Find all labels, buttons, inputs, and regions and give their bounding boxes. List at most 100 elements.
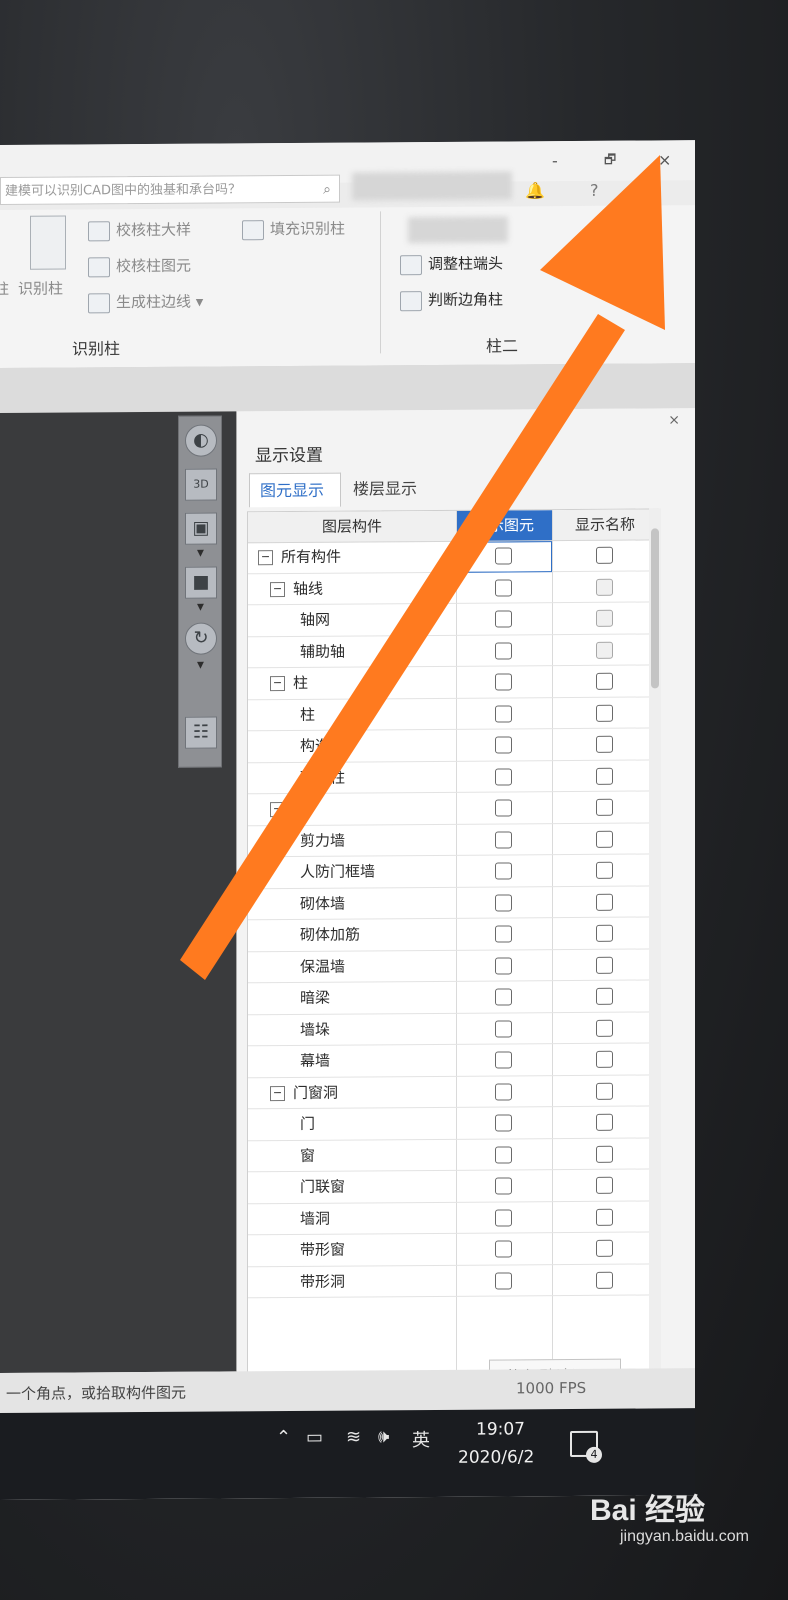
show-name-checkbox[interactable] [596, 1113, 613, 1131]
generate-column-edge-button[interactable]: 生成柱边线 ▾ [88, 291, 203, 313]
table-row[interactable]: 柱 [248, 696, 658, 732]
show-name-checkbox[interactable] [596, 1145, 613, 1163]
show-element-checkbox[interactable] [495, 1240, 512, 1258]
tab-element-display[interactable]: 图元显示 [249, 472, 341, 508]
clock-time[interactable]: 19:07 [476, 1419, 525, 1439]
chevron-down-icon[interactable]: ▼ [197, 661, 204, 671]
show-element-checkbox[interactable] [495, 830, 512, 849]
collapse-icon[interactable]: − [270, 676, 285, 692]
cube-view-icon[interactable]: ▣ [185, 512, 217, 545]
show-element-checkbox[interactable] [495, 925, 512, 943]
show-name-checkbox[interactable] [596, 924, 613, 942]
clock-date[interactable]: 2020/6/2 [458, 1447, 534, 1468]
table-row[interactable]: 墙垛 [248, 1011, 658, 1047]
header-layer[interactable]: 图层构件 [248, 510, 456, 544]
show-name-checkbox[interactable] [596, 956, 613, 974]
show-element-checkbox[interactable] [495, 736, 512, 754]
show-element-checkbox[interactable] [495, 1145, 512, 1164]
check-column-size-button[interactable]: 校核柱大样 [88, 219, 191, 241]
panel-close-button[interactable]: × [668, 412, 680, 428]
close-button[interactable]: × [658, 150, 671, 169]
table-row[interactable]: 构造柱 [248, 728, 658, 763]
table-row[interactable]: 辅助轴 [248, 633, 658, 669]
table-row[interactable]: 保温墙 [248, 948, 658, 984]
show-name-checkbox[interactable] [596, 798, 613, 816]
adjust-column-end-button[interactable]: 调整柱端头 [400, 252, 503, 275]
chevron-down-icon[interactable]: ▼ [197, 549, 204, 559]
show-name-checkbox[interactable] [596, 861, 613, 879]
show-name-checkbox[interactable] [596, 641, 613, 659]
wifi-icon[interactable]: ≋ [346, 1426, 361, 1447]
table-row[interactable]: 暗梁 [248, 980, 658, 1015]
header-show-name[interactable]: 显示名称 [552, 509, 658, 542]
header-show-element[interactable]: 显示图元 [456, 510, 552, 542]
table-row[interactable]: − 轴线 [248, 570, 658, 606]
ime-indicator[interactable]: 英 [412, 1426, 430, 1452]
show-element-checkbox[interactable] [495, 1114, 512, 1132]
show-element-checkbox[interactable] [495, 673, 512, 691]
show-name-checkbox[interactable] [596, 830, 613, 848]
collapse-icon[interactable]: − [270, 581, 285, 597]
bell-icon[interactable]: 🔔 [525, 181, 545, 200]
table-row[interactable]: 带形洞 [248, 1263, 658, 1299]
search-icon[interactable]: ⌕ [323, 176, 331, 204]
table-row[interactable]: − 墙 [248, 791, 658, 826]
show-name-checkbox[interactable] [596, 735, 613, 753]
table-row[interactable]: − 门窗洞 [248, 1074, 658, 1110]
show-element-checkbox[interactable] [495, 641, 512, 660]
help-icon[interactable]: ? [590, 181, 599, 200]
3d-view-icon[interactable]: 3D [185, 468, 217, 501]
show-element-checkbox[interactable] [495, 799, 512, 817]
show-name-checkbox[interactable] [596, 1208, 613, 1226]
show-name-checkbox[interactable] [596, 1176, 613, 1194]
show-name-checkbox[interactable] [596, 987, 613, 1005]
show-name-checkbox[interactable] [596, 609, 613, 627]
show-element-checkbox[interactable] [495, 988, 512, 1006]
identify-column-large-button[interactable]: 识别柱 [18, 278, 63, 299]
table-row[interactable]: 砌体柱 [248, 759, 658, 795]
check-column-element-button[interactable]: 校核柱图元 [88, 255, 191, 277]
show-element-checkbox[interactable] [495, 578, 512, 597]
chevron-down-icon[interactable]: ▼ [197, 603, 204, 613]
restore-button[interactable]: 🗗 [604, 151, 616, 173]
show-name-checkbox[interactable] [596, 767, 613, 785]
show-element-checkbox[interactable] [495, 1082, 512, 1101]
rotate-icon[interactable]: ↻ [185, 622, 217, 655]
table-row[interactable]: 门 [248, 1106, 658, 1141]
show-element-checkbox[interactable] [495, 1271, 512, 1290]
show-element-checkbox[interactable] [495, 862, 512, 880]
display-settings-icon[interactable]: ☷ [185, 716, 217, 749]
show-name-checkbox[interactable] [596, 672, 613, 690]
table-row[interactable]: 砌体加筋 [248, 917, 658, 952]
show-name-checkbox[interactable] [596, 704, 613, 722]
chevron-up-icon[interactable]: ⌃ [276, 1427, 291, 1448]
table-row[interactable]: 剪力墙 [248, 822, 658, 858]
table-row[interactable]: 门联窗 [248, 1169, 658, 1204]
grid-scrollbar[interactable] [649, 508, 661, 1389]
table-row[interactable]: 带形窗 [248, 1232, 658, 1267]
table-row[interactable]: − 柱 [248, 665, 658, 700]
show-name-checkbox[interactable] [596, 1271, 613, 1289]
show-element-checkbox[interactable] [495, 1019, 512, 1038]
show-element-checkbox[interactable] [495, 956, 512, 975]
tab-floor-display[interactable]: 楼层显示 [343, 472, 439, 507]
battery-icon[interactable]: ▭ [306, 1427, 323, 1448]
table-row[interactable]: 幕墙 [248, 1043, 658, 1078]
show-element-checkbox[interactable] [495, 893, 512, 912]
scroll-thumb[interactable] [651, 528, 659, 689]
table-row[interactable]: 窗 [248, 1137, 658, 1173]
collapse-icon[interactable]: − [270, 1085, 285, 1101]
table-row[interactable]: − 所有构件 [248, 539, 658, 574]
table-row[interactable]: 砌体墙 [248, 885, 658, 921]
show-element-checkbox[interactable] [495, 767, 512, 786]
table-row[interactable]: 人防门框墙 [248, 854, 658, 889]
show-element-checkbox[interactable] [495, 1208, 512, 1227]
show-element-checkbox[interactable] [495, 704, 512, 723]
show-element-checkbox[interactable] [495, 1177, 512, 1195]
show-name-checkbox[interactable] [596, 1239, 613, 1257]
show-name-checkbox[interactable] [596, 546, 613, 564]
show-element-checkbox[interactable] [495, 1051, 512, 1069]
show-name-checkbox[interactable] [596, 893, 613, 911]
collapse-icon[interactable]: − [270, 802, 285, 818]
show-element-checkbox[interactable] [495, 610, 512, 628]
